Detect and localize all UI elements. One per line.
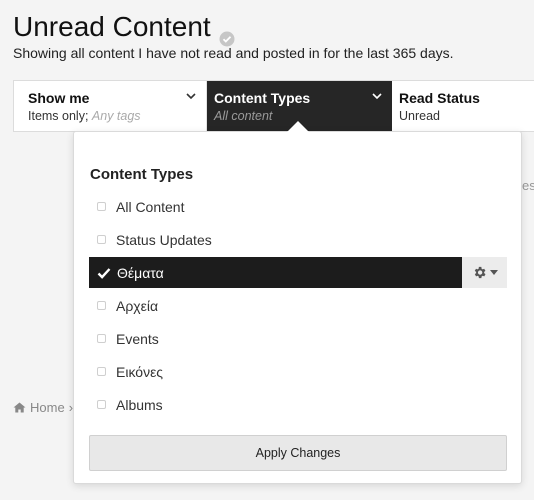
filter-show-me-items: Items only; xyxy=(28,109,89,123)
page-subtitle: Showing all content I have not read and … xyxy=(13,45,454,61)
chevron-down-icon xyxy=(372,93,382,100)
gear-icon xyxy=(474,266,485,279)
background-text-fragment: es xyxy=(522,178,534,193)
checkbox[interactable] xyxy=(97,400,106,409)
menu-item-label: Εικόνες xyxy=(116,363,164,380)
menu-item-images[interactable]: Εικόνες xyxy=(89,355,507,388)
menu-item-label: Events xyxy=(116,330,159,347)
menu-item-events[interactable]: Events xyxy=(89,322,507,355)
menu-item-status-updates[interactable]: Status Updates xyxy=(89,223,507,256)
menu-item-label: Albums xyxy=(116,396,163,413)
menu-pointer xyxy=(287,121,309,132)
page-title: Unread Content xyxy=(13,10,235,46)
breadcrumb-home[interactable]: Home xyxy=(30,400,65,415)
home-icon xyxy=(13,402,26,413)
menu-item-all-content[interactable]: All Content xyxy=(89,190,507,223)
page-title-text: Unread Content xyxy=(13,11,211,42)
menu-item-label: All Content xyxy=(116,198,185,215)
menu-item-label: Αρχεία xyxy=(116,297,159,314)
apply-changes-button[interactable]: Apply Changes xyxy=(89,435,507,471)
menu-item-topics[interactable]: Θέματα xyxy=(89,257,507,288)
checkbox[interactable] xyxy=(97,367,106,376)
menu-item-albums[interactable]: Albums xyxy=(89,388,507,421)
chevron-down-icon xyxy=(186,93,196,100)
filter-read-status-value: Unread xyxy=(399,109,440,123)
checkbox[interactable] xyxy=(97,301,106,310)
menu-heading: Content Types xyxy=(90,166,194,183)
menu-list: All Content Status Updates Θέματα Αρχεία… xyxy=(89,190,507,421)
filter-content-types-title: Content Types xyxy=(214,90,311,106)
checkbox[interactable] xyxy=(97,334,106,343)
menu-item-label: Status Updates xyxy=(116,231,212,248)
caret-down-icon xyxy=(489,270,498,275)
item-settings-button[interactable] xyxy=(462,257,507,288)
filter-read-status-title: Read Status xyxy=(399,90,480,106)
check-circle-icon xyxy=(219,21,235,46)
menu-item-label: Θέματα xyxy=(117,264,164,281)
check-icon xyxy=(97,267,111,279)
filter-show-me-title: Show me xyxy=(28,90,90,106)
checkbox[interactable] xyxy=(97,202,106,211)
filter-show-me[interactable]: Show me Items only; Any tags xyxy=(14,81,207,131)
filter-show-me-tags: Any tags xyxy=(91,109,141,123)
filter-show-me-value: Items only; Any tags xyxy=(28,108,206,124)
filter-bar: Show me Items only; Any tags Content Typ… xyxy=(13,80,534,132)
content-types-menu: Content Types All Content Status Updates… xyxy=(73,131,522,484)
filter-read-status[interactable]: Read Status Unread xyxy=(392,81,534,131)
checkbox[interactable] xyxy=(97,235,106,244)
menu-item-files[interactable]: Αρχεία xyxy=(89,289,507,322)
breadcrumb: Home › xyxy=(13,400,73,415)
